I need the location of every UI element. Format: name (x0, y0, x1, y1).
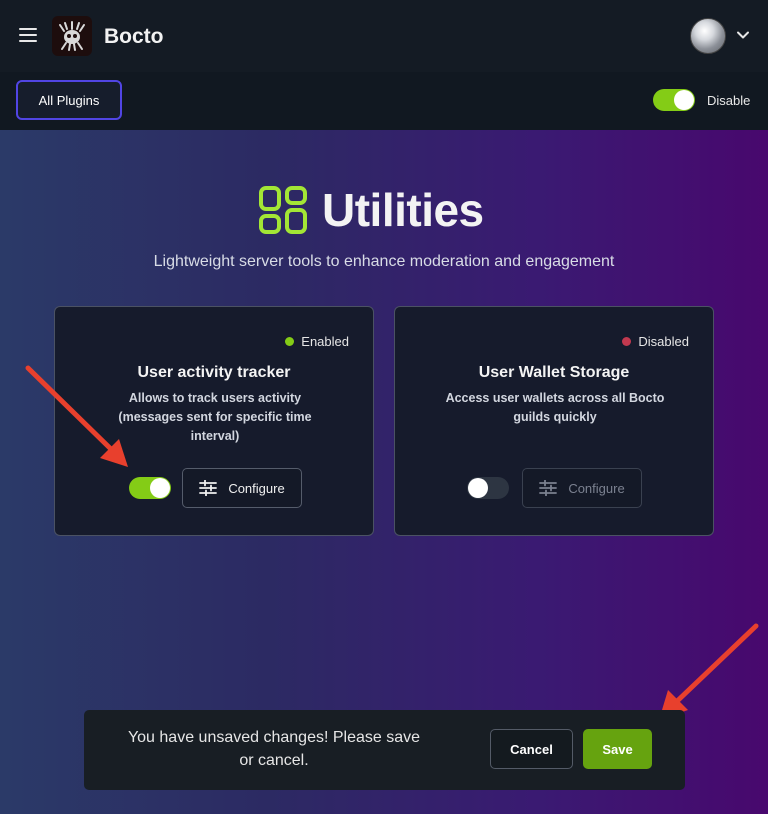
toggle-knob (674, 90, 694, 110)
global-disable-toggle[interactable] (653, 89, 695, 111)
toggle-knob (468, 478, 488, 498)
grid-icon (259, 186, 307, 234)
configure-label: Configure (228, 480, 285, 496)
page-heading: Utilities (258, 184, 484, 236)
plugin-enable-toggle[interactable] (467, 477, 509, 499)
plugin-card-user-activity-tracker: Enabled User activity tracker Allows to … (54, 306, 374, 536)
top-navigation-bar: Bocto (0, 0, 768, 72)
page-subtitle: Lightweight server tools to enhance mode… (153, 253, 615, 270)
cancel-button[interactable]: Cancel (490, 729, 573, 769)
configure-button[interactable]: Configure (182, 468, 302, 508)
plugin-card-user-wallet-storage: Disabled User Wallet Storage Access user… (394, 306, 714, 536)
unsaved-changes-bar: You have unsaved changes! Please save or… (84, 710, 685, 790)
user-avatar[interactable] (690, 18, 726, 54)
status-label: Enabled (301, 334, 349, 349)
app-logo[interactable] (52, 16, 92, 56)
status-label: Disabled (638, 334, 689, 349)
plugin-title: User activity tracker (137, 364, 291, 381)
plugin-description: Access user wallets across all Bocto gui… (445, 391, 665, 424)
all-plugins-button[interactable]: All Plugins (16, 80, 122, 120)
plugin-title: User Wallet Storage (478, 364, 630, 381)
status-badge: Disabled (622, 334, 689, 349)
bocto-logo-icon (59, 21, 85, 51)
status-dot (622, 337, 632, 346)
plugin-enable-toggle[interactable] (129, 477, 171, 499)
status-badge: Enabled (285, 334, 349, 349)
global-toggle-label: Disable (707, 93, 751, 108)
sliders-icon (539, 480, 558, 496)
chevron-down-icon[interactable] (736, 28, 750, 42)
sliders-icon (199, 480, 218, 496)
configure-button[interactable]: Configure (522, 468, 642, 508)
toggle-knob (150, 478, 170, 498)
status-dot (285, 337, 295, 346)
plugin-toolbar: All Plugins Disable (0, 72, 768, 130)
hamburger-icon[interactable] (19, 28, 37, 42)
app-name: Bocto (104, 25, 164, 48)
save-button[interactable]: Save (583, 729, 652, 769)
unsaved-message: You have unsaved changes! Please save or… (127, 729, 421, 769)
configure-label: Configure (568, 480, 625, 496)
plugin-description: Allows to track users activity (messages… (118, 391, 312, 443)
page-title: Utilities (322, 184, 484, 236)
